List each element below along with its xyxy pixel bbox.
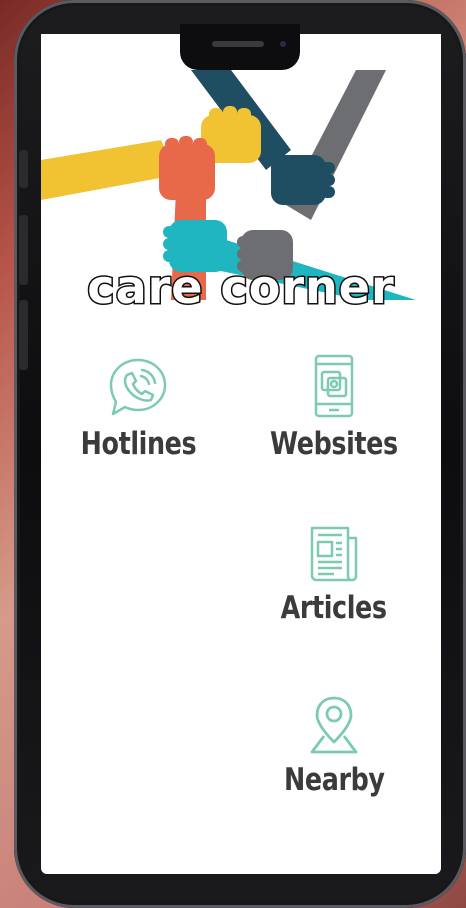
- mobile-website-icon: [314, 354, 354, 418]
- menu-item-hotlines[interactable]: Hotlines: [53, 354, 223, 462]
- mute-switch: [19, 150, 28, 188]
- menu-item-articles[interactable]: Articles: [249, 524, 419, 626]
- hotlines-label: Hotlines: [80, 426, 196, 462]
- front-camera: [280, 41, 286, 47]
- earpiece-speaker: [212, 41, 264, 47]
- newspaper-icon: [310, 526, 358, 582]
- app-screen: care corner Hotlines Websites Articles N…: [41, 34, 441, 874]
- phone-notch: [180, 24, 300, 70]
- app-title: care corner: [86, 259, 395, 316]
- phone-call-icon: [109, 358, 167, 416]
- websites-label: Websites: [270, 426, 398, 462]
- articles-label: Articles: [281, 590, 387, 626]
- volume-up-button: [19, 215, 28, 285]
- nearby-label: Nearby: [283, 762, 385, 798]
- volume-down-button: [19, 300, 28, 370]
- menu-item-nearby[interactable]: Nearby: [249, 694, 419, 798]
- menu-item-websites[interactable]: Websites: [249, 354, 419, 462]
- location-pin-icon: [310, 696, 358, 754]
